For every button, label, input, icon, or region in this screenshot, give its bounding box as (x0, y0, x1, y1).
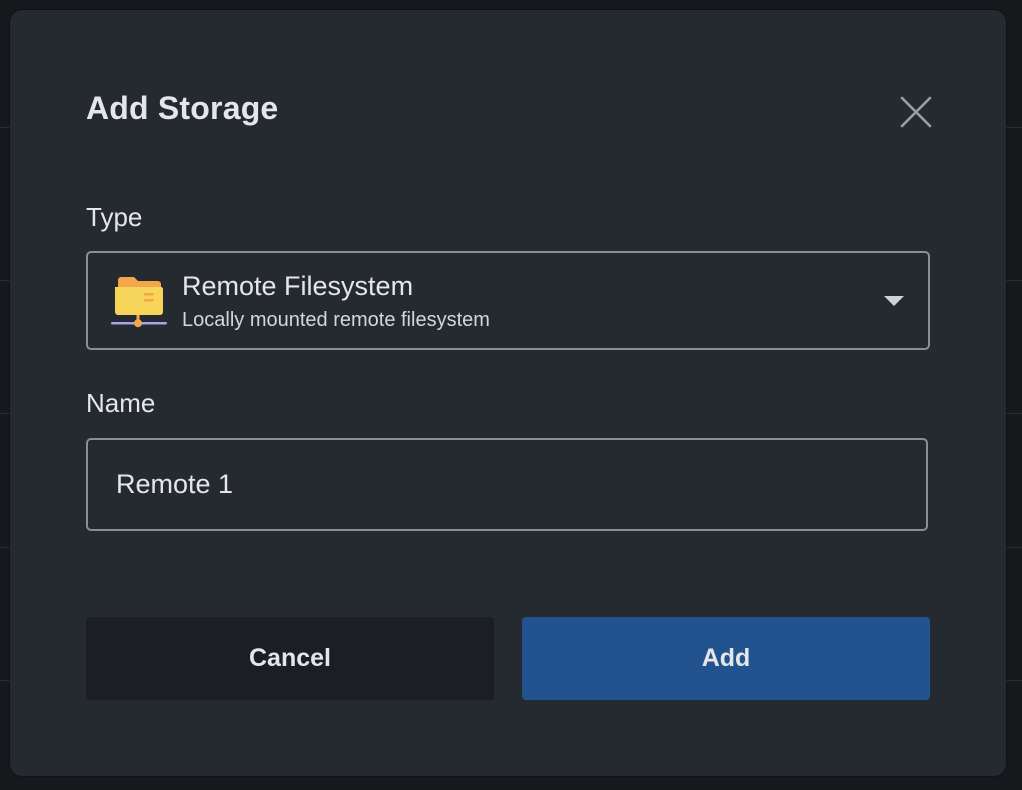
storage-type-select[interactable]: Remote Filesystem Locally mounted remote… (86, 251, 930, 350)
add-storage-dialog: Add Storage Type Remote Filesystem Local… (10, 10, 1006, 776)
name-input[interactable] (86, 438, 928, 531)
type-label: Type (86, 202, 143, 232)
selected-type-title: Remote Filesystem (182, 271, 414, 301)
chevron-down-icon (884, 296, 904, 306)
close-icon (900, 96, 932, 128)
close-button[interactable] (898, 94, 934, 130)
cancel-button[interactable]: Cancel (86, 617, 494, 700)
dialog-title: Add Storage (86, 90, 279, 126)
selected-type-subtitle: Locally mounted remote filesystem (182, 309, 490, 331)
network-folder-icon (111, 277, 167, 328)
add-button[interactable]: Add (522, 617, 930, 700)
name-label-text: Name (86, 388, 156, 418)
